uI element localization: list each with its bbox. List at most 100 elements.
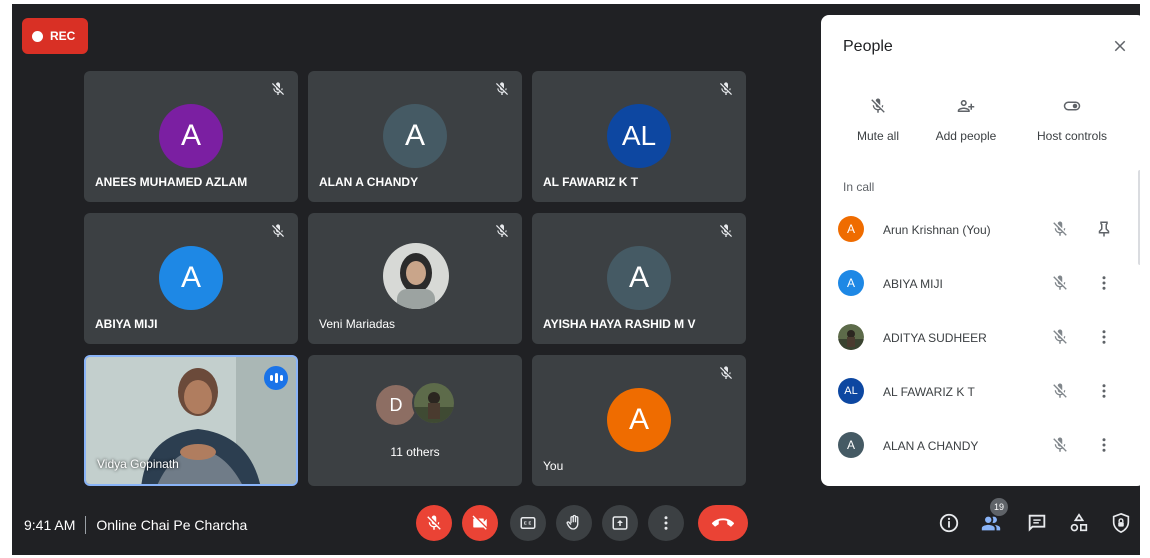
- participant-name: ANEES MUHAMED AZLAM: [95, 175, 248, 189]
- mute-all-label: Mute all: [856, 129, 900, 143]
- panel-title: People: [843, 38, 893, 55]
- participant-name: ALAN A CHANDY: [883, 439, 979, 453]
- activities-icon[interactable]: [1068, 512, 1090, 534]
- recording-label: REC: [50, 29, 76, 43]
- host-controls-button[interactable]: Host controls: [1027, 97, 1117, 143]
- participant-tile[interactable]: A ABIYA MIJI: [84, 213, 298, 344]
- mic-off-icon: [427, 515, 441, 530]
- recording-indicator[interactable]: REC: [22, 18, 88, 54]
- participant-name: ADITYA SUDHEER: [883, 331, 987, 345]
- more-vert-icon[interactable]: [1095, 274, 1113, 292]
- participant-row[interactable]: A ABIYA MIJI: [821, 264, 1131, 304]
- hand-icon: [566, 514, 579, 530]
- mic-off-icon[interactable]: [1051, 382, 1069, 400]
- leave-call-button[interactable]: [698, 505, 748, 541]
- record-dot-icon: [32, 30, 43, 42]
- mic-off-icon[interactable]: [1051, 220, 1069, 238]
- meeting-info-icon[interactable]: [938, 512, 960, 534]
- participant-row[interactable]: ADITYA SUDHEER: [821, 318, 1131, 358]
- profile-photo: [412, 381, 456, 425]
- more-vert-icon[interactable]: [1095, 382, 1113, 400]
- participant-avatar: A: [383, 104, 447, 168]
- mute-all-button[interactable]: Mute all: [833, 97, 923, 143]
- meeting-title: Online Chai Pe Charcha: [96, 517, 248, 533]
- participant-row[interactable]: AL AL FAWARIZ K T: [821, 372, 1131, 412]
- mic-off-icon[interactable]: [1051, 274, 1069, 292]
- participant-row[interactable]: A ALAN A CHANDY: [821, 426, 1131, 466]
- add-person-icon: [957, 100, 975, 112]
- more-vert-icon: [664, 516, 668, 530]
- participant-name: AL FAWARIZ K T: [883, 385, 975, 399]
- participant-avatar: A: [607, 246, 671, 310]
- add-people-label: Add people: [935, 129, 997, 143]
- mic-off-icon: [496, 224, 508, 237]
- participant-name: Arun Krishnan (You): [883, 223, 991, 237]
- microphone-toggle-button[interactable]: [416, 505, 452, 541]
- participant-row[interactable]: A Arun Krishnan (You): [821, 210, 1131, 250]
- participant-tile-speaking[interactable]: Vidya Gopinath: [84, 355, 298, 486]
- participant-tile[interactable]: AL AL FAWARIZ K T: [532, 71, 746, 202]
- participant-avatar: A: [159, 104, 223, 168]
- people-count-badge: 19: [990, 498, 1008, 516]
- participant-name: ABIYA MIJI: [95, 317, 158, 331]
- mic-off-icon: [720, 366, 732, 379]
- more-options-button[interactable]: [648, 505, 684, 541]
- participant-name: ALAN A CHANDY: [319, 175, 419, 189]
- participant-photo: [838, 324, 864, 350]
- others-tile[interactable]: D 11 others: [308, 355, 522, 486]
- present-screen-button[interactable]: [602, 505, 638, 541]
- mic-off-icon: [720, 82, 732, 95]
- participant-avatar: A: [838, 216, 864, 242]
- closed-captions-icon: [520, 517, 536, 529]
- close-icon[interactable]: [1111, 37, 1129, 55]
- participant-name: ABIYA MIJI: [883, 277, 943, 291]
- participant-avatar: A: [607, 388, 671, 452]
- toggle-icon: [1063, 101, 1081, 111]
- mic-off-icon: [496, 82, 508, 95]
- participant-name: AYISHA HAYA RASHID M V: [543, 317, 696, 331]
- speaking-indicator-icon: [264, 366, 288, 390]
- participant-avatar: A: [159, 246, 223, 310]
- people-panel: People Mute all Add people Host controls…: [821, 15, 1145, 486]
- mic-off-icon: [871, 98, 885, 113]
- participant-tile-self[interactable]: A You: [532, 355, 746, 486]
- more-vert-icon[interactable]: [1095, 436, 1113, 454]
- mic-off-icon: [272, 224, 284, 237]
- participant-avatar: D: [376, 385, 416, 425]
- participant-avatar: A: [838, 270, 864, 296]
- participant-name: Veni Mariadas: [319, 317, 396, 331]
- present-to-all-icon: [612, 516, 628, 530]
- participant-tile[interactable]: A ALAN A CHANDY: [308, 71, 522, 202]
- profile-photo: [383, 243, 449, 309]
- camera-toggle-button[interactable]: [462, 505, 498, 541]
- host-controls-lock-icon[interactable]: [1110, 512, 1132, 534]
- mic-off-icon: [272, 82, 284, 95]
- mic-off-icon[interactable]: [1051, 436, 1069, 454]
- participant-avatar: AL: [838, 378, 864, 404]
- participant-name: AL FAWARIZ K T: [543, 175, 639, 189]
- add-people-button[interactable]: Add people: [921, 97, 1011, 143]
- clock-time: 9:41 AM: [24, 517, 76, 533]
- participant-tile[interactable]: A AYISHA HAYA RASHID M V: [532, 213, 746, 344]
- chat-icon[interactable]: [1026, 512, 1048, 534]
- pin-icon[interactable]: [1095, 220, 1113, 238]
- participant-avatar: A: [838, 432, 864, 458]
- mic-off-icon[interactable]: [1051, 328, 1069, 346]
- more-vert-icon[interactable]: [1095, 328, 1113, 346]
- divider: [85, 516, 87, 534]
- panel-scrollbar[interactable]: [1138, 170, 1142, 265]
- meeting-details: 9:41 AM Online Chai Pe Charcha: [24, 516, 247, 534]
- captions-button[interactable]: [510, 505, 546, 541]
- others-count-label: 11 others: [390, 445, 440, 459]
- participant-tile[interactable]: Veni Mariadas: [308, 213, 522, 344]
- videocam-off-icon: [472, 515, 487, 530]
- participant-name: Vidya Gopinath: [97, 457, 179, 471]
- raise-hand-button[interactable]: [556, 505, 592, 541]
- in-call-heading: In call: [843, 180, 875, 194]
- participant-tile[interactable]: A ANEES MUHAMED AZLAM: [84, 71, 298, 202]
- participant-name: You: [543, 459, 564, 473]
- host-controls-label: Host controls: [1036, 129, 1108, 143]
- participant-avatar: AL: [607, 104, 671, 168]
- mic-off-icon: [720, 224, 732, 237]
- call-end-icon: [712, 518, 734, 527]
